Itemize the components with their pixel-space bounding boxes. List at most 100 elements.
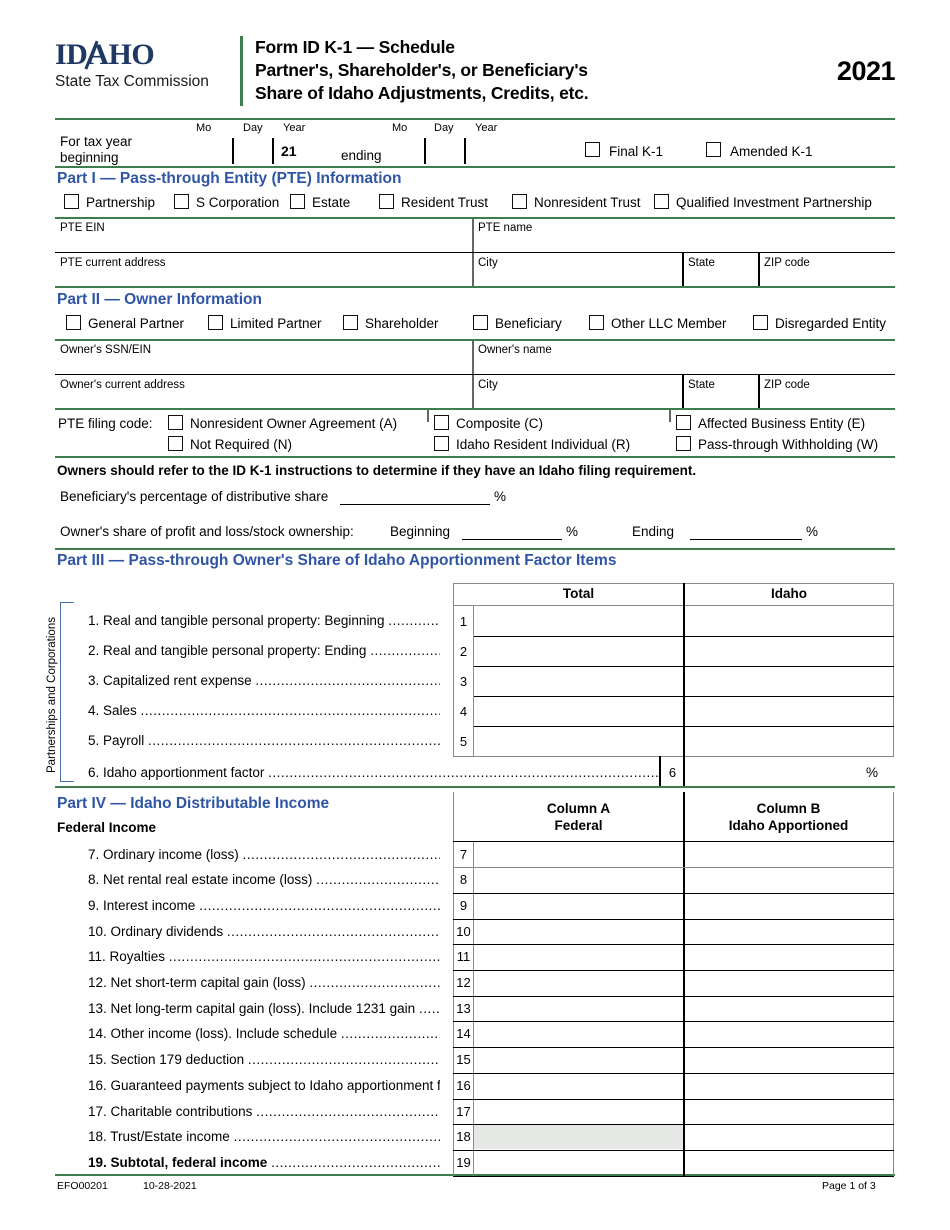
divider-end-day-year: [464, 138, 466, 164]
part3-row-1-label: 1. Real and tangible personal property: …: [88, 613, 440, 628]
part3-row-1-idaho-cell[interactable]: [684, 606, 893, 636]
logo-wordmark-text: IDAHO: [55, 38, 155, 71]
part4-row-18-idaho-cell[interactable]: [684, 1124, 893, 1150]
part3-row-2-total-cell[interactable]: [474, 636, 683, 666]
part4-row-12-idaho-cell[interactable]: [684, 970, 893, 996]
label-end-year: Year: [475, 122, 498, 134]
part3-row-5-label: 5. Payroll .............................…: [88, 733, 440, 748]
checkbox-beneficiary[interactable]: [473, 315, 488, 330]
part4-row-9-label-leaders: ........................................…: [199, 897, 440, 913]
input-beginning-share[interactable]: [462, 539, 562, 540]
header-divider-rule: [240, 36, 243, 106]
part4-row-7-idaho-cell[interactable]: [684, 842, 893, 868]
checkbox-affected-business-entity[interactable]: [676, 415, 691, 430]
part3-row-2-label-text: 2. Real and tangible personal property: …: [88, 643, 371, 658]
part3-row-4-idaho-cell[interactable]: [684, 696, 893, 726]
part4-row-16-idaho-cell[interactable]: [684, 1073, 893, 1099]
part4-row-11-federal-cell[interactable]: [474, 944, 683, 970]
part4-row-7-label: 7. Ordinary income (loss) ..............…: [88, 847, 440, 862]
divider-owner-ssn-name: [472, 341, 474, 375]
part4-row-14-idaho-cell[interactable]: [684, 1021, 893, 1047]
rule-above-part3: [55, 548, 895, 550]
checkbox-amended-k1[interactable]: [706, 142, 721, 157]
label-pass-through-withholding: Pass-through Withholding (W): [698, 437, 879, 452]
part4-row-9-number: 9: [459, 897, 468, 913]
part4-row-12-federal-cell[interactable]: [474, 970, 683, 996]
label-other-llc-member: Other LLC Member: [611, 316, 727, 331]
checkbox-composite[interactable]: [434, 415, 449, 430]
part4-row-16-federal-cell[interactable]: [474, 1073, 683, 1099]
part3-row-1-label-text: 1. Real and tangible personal property: …: [88, 613, 389, 628]
label-beneficiary: Beneficiary: [495, 316, 562, 331]
part4-row-17-federal-cell[interactable]: [474, 1099, 683, 1125]
label-owner-address: Owner's current address: [60, 379, 185, 391]
checkbox-limited-partner[interactable]: [208, 315, 223, 330]
part3-row-3-total-cell[interactable]: [474, 666, 683, 696]
checkbox-idaho-resident-individual[interactable]: [434, 436, 449, 451]
part4-row-10-federal-cell[interactable]: [474, 919, 683, 945]
part4-col-b-line2: Idaho Apportioned: [728, 817, 849, 833]
checkbox-estate[interactable]: [290, 194, 305, 209]
part4-row-14-federal-cell[interactable]: [474, 1021, 683, 1047]
divider-pte-state-zip: [758, 253, 760, 287]
checkbox-resident-trust[interactable]: [379, 194, 394, 209]
checkbox-s-corporation[interactable]: [174, 194, 189, 209]
label-for-tax-year: For tax year: [60, 134, 133, 149]
part4-row-17-number: 17: [456, 1103, 471, 1119]
part4-row-11-label: 11. Royalties ..........................…: [88, 949, 440, 964]
input-beneficiary-percentage[interactable]: [340, 504, 490, 505]
checkbox-general-partner[interactable]: [66, 315, 81, 330]
part3-row-6-number: 6: [668, 765, 677, 780]
checkbox-nonresident-trust[interactable]: [512, 194, 527, 209]
divider-filing-col2: [669, 410, 671, 422]
part4-row-10-number: 10: [456, 923, 471, 939]
part4-row-7-federal-cell[interactable]: [474, 842, 683, 868]
part4-row-15-federal-cell[interactable]: [474, 1047, 683, 1073]
part3-row-5-total-cell[interactable]: [474, 726, 683, 756]
part4-row-11-idaho-cell[interactable]: [684, 944, 893, 970]
form-title-line3: Share of Idaho Adjustments, Credits, etc…: [255, 82, 589, 103]
checkbox-pass-through-withholding[interactable]: [676, 436, 691, 451]
checkbox-final-k1[interactable]: [585, 142, 600, 157]
part4-row-15-idaho-cell[interactable]: [684, 1047, 893, 1073]
part3-row-3-label-leaders: ........................................…: [255, 673, 440, 688]
part4-row-17-idaho-cell[interactable]: [684, 1099, 893, 1125]
part3-row-4-total-cell[interactable]: [474, 696, 683, 726]
checkbox-nonresident-owner-agreement[interactable]: [168, 415, 183, 430]
checkbox-shareholder[interactable]: [343, 315, 358, 330]
part4-row-8-idaho-cell[interactable]: [684, 867, 893, 893]
part3-row-3-idaho-cell[interactable]: [684, 666, 893, 696]
label-amended-k1: Amended K-1: [730, 144, 813, 159]
label-final-k1: Final K-1: [609, 144, 664, 159]
part3-row-4-number: 4: [459, 704, 468, 719]
checkbox-disregarded-entity[interactable]: [753, 315, 768, 330]
label-owner-ssn-ein: Owner's SSN/EIN: [60, 344, 152, 356]
label-begin-year: Year: [283, 122, 306, 134]
part4-row-10-idaho-cell[interactable]: [684, 919, 893, 945]
part4-row-13-idaho-cell[interactable]: [684, 996, 893, 1022]
label-qualified-investment-partnership: Qualified Investment Partnership: [676, 195, 872, 210]
part3-row-2-idaho-cell[interactable]: [684, 636, 893, 666]
checkbox-partnership[interactable]: [64, 194, 79, 209]
form-title: Form ID K-1 — Schedule Partner's, Shareh…: [255, 36, 827, 104]
label-shareholder: Shareholder: [365, 316, 439, 331]
part4-row-8-federal-cell[interactable]: [474, 867, 683, 893]
part3-row-1-total-cell[interactable]: [474, 606, 683, 636]
part3-row-3-label-text: 3. Capitalized rent expense: [88, 673, 256, 688]
input-ending-share[interactable]: [690, 539, 802, 540]
part4-row-18-federal-cell[interactable]: [474, 1124, 683, 1150]
checkbox-other-llc-member[interactable]: [589, 315, 604, 330]
checkbox-qualified-investment-partnership[interactable]: [654, 194, 669, 209]
part3-col-total-header: Total: [562, 586, 595, 601]
part4-row-13-federal-cell[interactable]: [474, 996, 683, 1022]
part4-row-9-federal-cell[interactable]: [474, 893, 683, 919]
part4-row-9-idaho-cell[interactable]: [684, 893, 893, 919]
checkbox-not-required[interactable]: [168, 436, 183, 451]
part4-row-19-federal-cell[interactable]: [474, 1150, 683, 1176]
part3-row-5-number: 5: [459, 734, 468, 749]
part4-row-19-idaho-cell[interactable]: [684, 1150, 893, 1176]
form-title-line2: Partner's, Shareholder's, or Beneficiary…: [255, 59, 588, 80]
part3-row-5-idaho-cell[interactable]: [684, 726, 893, 756]
part4-header-right-edge: [893, 792, 895, 841]
part3-row-6-idaho-cell[interactable]: [684, 756, 874, 786]
